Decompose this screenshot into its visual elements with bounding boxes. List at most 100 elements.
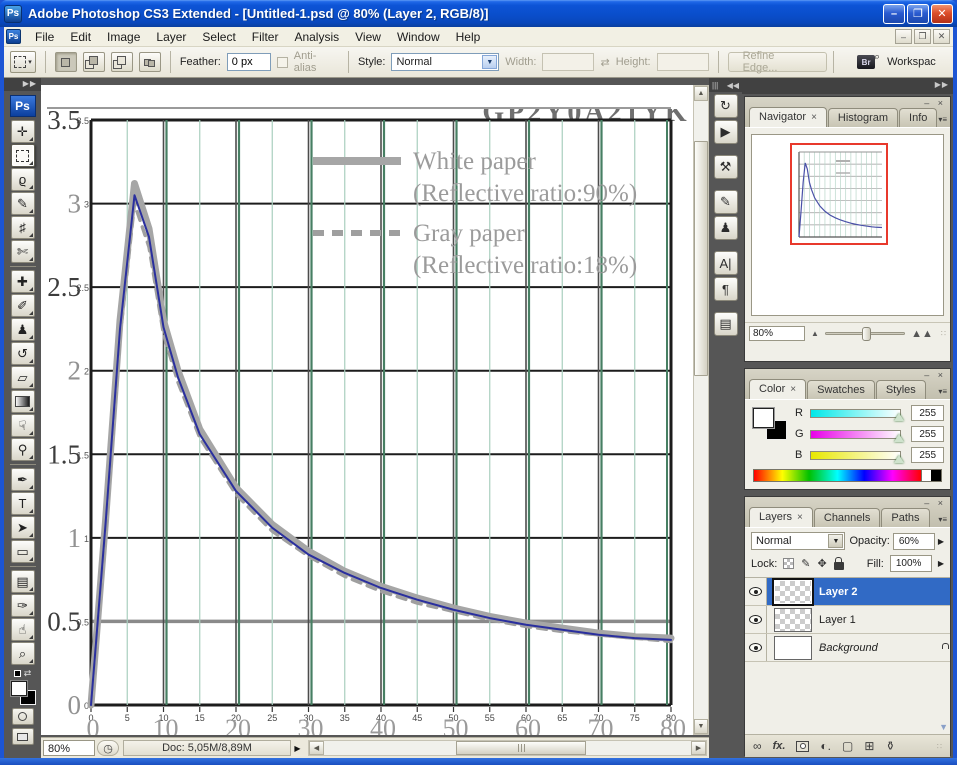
toolbox-collapse-handle[interactable]: ▶▶ (4, 78, 41, 91)
notes-tool[interactable]: ▤ (11, 570, 35, 593)
tab-info[interactable]: Info (899, 108, 937, 127)
status-popup-arrow[interactable]: ▶ (291, 738, 304, 758)
lock-position-icon[interactable]: ✥ (818, 557, 827, 570)
channel-slider-thumb[interactable] (894, 455, 904, 463)
spectrum-gradient[interactable] (754, 470, 921, 481)
layer-row-layer-1[interactable]: Layer 1 (745, 606, 950, 634)
subtract-from-selection-button[interactable] (111, 52, 133, 72)
dodge-tool[interactable]: ⚲ (11, 438, 35, 461)
eye-icon[interactable] (749, 615, 762, 624)
menu-help[interactable]: Help (448, 27, 489, 47)
eraser-tool[interactable]: ▱ (11, 366, 35, 389)
layers-scroll-down-icon[interactable]: ▼ (939, 722, 948, 732)
panel-menu-icon[interactable]: ▾≡ (938, 387, 947, 396)
link-layers-button[interactable]: ∞ (753, 739, 762, 753)
smudge-tool[interactable]: ☟ (11, 414, 35, 437)
menu-file[interactable]: File (27, 27, 62, 47)
layer-row-background[interactable]: Background (745, 634, 950, 662)
eye-icon[interactable] (749, 587, 762, 596)
clone-source-panel-button[interactable]: ♟ (714, 216, 738, 240)
blend-mode-dropdown[interactable]: Normal ▼ (751, 532, 845, 550)
opacity-slider-arrow[interactable]: ▶ (938, 537, 944, 546)
lock-transparency-icon[interactable] (783, 558, 794, 569)
horizontal-scroll-track[interactable] (324, 741, 691, 755)
resize-grip-icon[interactable]: ∷ (937, 742, 942, 751)
collapse-dock-icon[interactable]: ◀◀ (727, 81, 739, 90)
dropdown-arrow-icon[interactable]: ▼ (828, 534, 843, 548)
layer-visibility-cell[interactable] (745, 634, 767, 661)
lasso-tool[interactable]: ϱ (11, 168, 35, 191)
tab-styles[interactable]: Styles (876, 380, 926, 399)
layer-thumbnail[interactable] (774, 608, 812, 632)
status-zoom-field[interactable]: 80% (43, 740, 95, 756)
tool-presets-panel-button[interactable]: ⚒ (714, 155, 738, 179)
rectangular-marquee-tool[interactable] (11, 144, 35, 167)
move-tool[interactable]: ✛ (11, 120, 35, 143)
panel-close-icon[interactable]: × (938, 98, 946, 108)
width-input[interactable] (542, 53, 594, 71)
tab-swatches[interactable]: Swatches (807, 380, 875, 399)
vertical-scroll-thumb[interactable] (694, 141, 708, 376)
menu-image[interactable]: Image (99, 27, 148, 47)
paragraph-panel-button[interactable]: ¶ (714, 277, 738, 301)
layer-style-button[interactable]: fx. (773, 740, 786, 752)
horizontal-scroll-thumb[interactable] (456, 741, 586, 755)
navigator-preview[interactable] (751, 134, 944, 316)
resize-grip-icon[interactable]: ∷ (941, 329, 946, 338)
navigator-zoom-slider[interactable] (825, 332, 905, 335)
layer-thumbnail[interactable] (774, 580, 812, 604)
shape-tool[interactable]: ▭ (11, 540, 35, 563)
eyedropper-tool[interactable]: ✑ (11, 594, 35, 617)
scroll-down-arrow[interactable]: ▼ (694, 719, 708, 734)
doc-size-info[interactable]: Doc: 5,05M/8,89M (123, 740, 291, 756)
hand-tool[interactable]: ☝ (11, 618, 35, 641)
tab-channels[interactable]: Channels (814, 508, 880, 527)
swap-colors-icon[interactable]: ⇄ (24, 668, 32, 679)
layer-comps-panel-button[interactable]: ▤ (714, 312, 738, 336)
zoom-out-icon[interactable]: ▲ (811, 329, 819, 338)
style-dropdown[interactable]: Normal ▼ (391, 53, 499, 71)
menu-edit[interactable]: Edit (62, 27, 99, 47)
actions-panel-button[interactable]: ▶ (714, 120, 738, 144)
quick-selection-tool[interactable]: ✎ (11, 192, 35, 215)
menu-analysis[interactable]: Analysis (286, 27, 347, 47)
tab-close-icon[interactable]: × (797, 512, 803, 523)
add-layer-mask-button[interactable] (796, 741, 809, 752)
lock-image-icon[interactable]: ✎ (801, 557, 810, 570)
horizontal-scrollbar[interactable]: ◀ ▶ (308, 740, 707, 756)
channel-slider-g[interactable] (810, 430, 902, 439)
tab-close-icon[interactable]: × (811, 112, 817, 123)
menu-filter[interactable]: Filter (244, 27, 287, 47)
history-panel-button[interactable]: ↻ (714, 94, 738, 118)
tab-color[interactable]: Color× (749, 379, 806, 399)
adjustment-layer-button[interactable]: ◐. (820, 739, 831, 753)
doc-close-button[interactable]: ✕ (933, 29, 950, 44)
zoom-in-icon[interactable]: ▲▲ (911, 328, 933, 340)
vertical-scroll-track[interactable] (694, 101, 708, 719)
layer-thumbnail[interactable] (774, 636, 812, 660)
type-tool[interactable]: T (11, 492, 35, 515)
timer-icon[interactable]: ◷ (97, 740, 119, 756)
dropdown-arrow-icon[interactable]: ▼ (482, 55, 497, 69)
layer-visibility-cell[interactable] (745, 606, 767, 633)
menu-view[interactable]: View (347, 27, 389, 47)
fill-field[interactable]: 100% (890, 555, 932, 572)
default-colors-icon[interactable] (14, 670, 21, 677)
panel-close-icon[interactable]: × (938, 370, 946, 380)
menu-layer[interactable]: Layer (148, 27, 194, 47)
add-to-selection-button[interactable] (83, 52, 105, 72)
spectrum-white-swatch[interactable] (921, 470, 931, 481)
pen-tool[interactable]: ✒ (11, 468, 35, 491)
panel-menu-icon[interactable]: ▾≡ (938, 115, 947, 124)
maximize-button[interactable]: ❐ (907, 4, 929, 24)
anti-alias-checkbox[interactable] (277, 57, 288, 68)
clone-stamp-tool[interactable]: ♟ (11, 318, 35, 341)
brush-tool[interactable]: ✐ (11, 294, 35, 317)
scroll-up-arrow[interactable]: ▲ (694, 86, 708, 101)
scroll-left-arrow[interactable]: ◀ (309, 741, 324, 755)
panel-menu-icon[interactable]: ▾≡ (938, 515, 947, 524)
zoom-slider-thumb[interactable] (862, 327, 871, 341)
character-panel-button[interactable]: A| (714, 251, 738, 275)
vertical-scrollbar[interactable]: ▲ ▼ (693, 85, 709, 735)
tab-layers[interactable]: Layers× (749, 507, 813, 527)
